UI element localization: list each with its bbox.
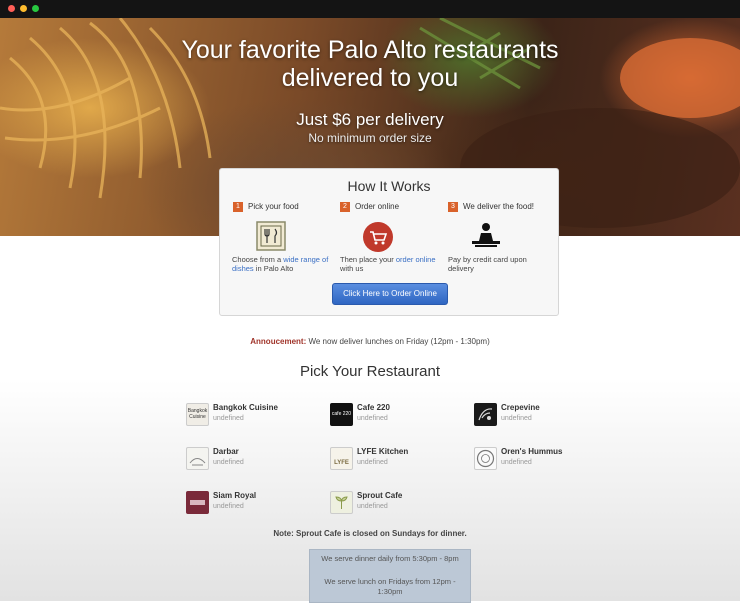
lunch-hours: We serve lunch on Fridays from 12pm - 1:…: [324, 577, 456, 596]
fork-knife-plate-icon: [256, 221, 286, 256]
step-1-header: 1 Pick your food: [233, 202, 299, 212]
how-it-works-title: How It Works: [347, 178, 431, 194]
sprout-cafe-logo: [330, 491, 353, 514]
pick-restaurant-title: Pick Your Restaurant: [299, 363, 441, 380]
restaurant-subtitle: undefined: [501, 459, 532, 466]
window-titlebar: [0, 0, 740, 18]
restaurant-darbar[interactable]: Darbar undefined: [186, 447, 316, 473]
hero-title: Your favorite Palo Alto restaurants deli…: [0, 36, 740, 92]
crepevine-logo: [474, 403, 497, 426]
restaurant-subtitle: undefined: [213, 503, 244, 510]
restaurant-bangkok-cuisine[interactable]: Bangkok Cuisine Bangkok Cuisine undefine…: [186, 403, 316, 429]
restaurant-subtitle: undefined: [501, 415, 532, 422]
step-2-number: 2: [340, 202, 350, 212]
step-2-label: Order online: [355, 202, 400, 212]
restaurant-subtitle: undefined: [357, 459, 388, 466]
step-1-number: 1: [233, 202, 243, 212]
lyfe-kitchen-logo: LYFE: [330, 447, 353, 470]
restaurant-crepevine[interactable]: Crepevine undefined: [474, 403, 604, 429]
step-3-number: 3: [448, 202, 458, 212]
shopping-cart-icon: [362, 221, 394, 258]
hero-title-line1: Your favorite Palo Alto restaurants: [181, 36, 559, 64]
step-3-description: Pay by credit card upon delivery: [448, 255, 527, 273]
delivery-person-icon: [470, 221, 502, 256]
how-it-works-panel: How It Works 1 Pick your food Choose from…: [219, 168, 559, 316]
minimize-window-icon[interactable]: [20, 5, 27, 12]
order-online-link[interactable]: order online: [396, 255, 436, 264]
restaurant-name: Crepevine: [501, 403, 540, 412]
step-3-header: 3 We deliver the food!: [448, 202, 534, 212]
step-3-label: We deliver the food!: [463, 202, 535, 212]
orens-hummus-logo: [474, 447, 497, 470]
restaurant-subtitle: undefined: [213, 459, 244, 466]
darbar-logo: [186, 447, 209, 470]
restaurant-name: Oren's Hummus: [501, 447, 563, 456]
step-1-label: Pick your food: [248, 202, 299, 212]
restaurant-name: Sprout Cafe: [357, 491, 403, 500]
restaurant-name: Cafe 220: [357, 403, 390, 412]
dinner-hours: We serve dinner daily from 5:30pm - 8pm: [321, 554, 459, 563]
siam-royal-logo: [186, 491, 209, 514]
restaurant-orens-hummus[interactable]: Oren's Hummus undefined: [474, 447, 604, 473]
announcement-label: Annoucement:: [250, 337, 307, 346]
restaurant-subtitle: undefined: [357, 503, 388, 510]
restaurant-name: LYFE Kitchen: [357, 447, 409, 456]
delivery-price: Just $6 per delivery: [296, 110, 444, 129]
restaurant-subtitle: undefined: [213, 415, 244, 422]
minimum-order-note: No minimum order size: [308, 131, 432, 145]
close-window-icon[interactable]: [8, 5, 15, 12]
restaurant-name: Bangkok Cuisine: [213, 403, 278, 412]
step-2-description: Then place your order online with us: [340, 255, 436, 273]
restaurant-name: Darbar: [213, 447, 239, 456]
restaurant-subtitle: undefined: [357, 415, 388, 422]
announcement-text: We now deliver lunches on Friday (12pm -…: [306, 337, 490, 346]
restaurant-name: Siam Royal: [213, 491, 257, 500]
restaurant-siam-royal[interactable]: Siam Royal undefined: [186, 491, 316, 517]
hero-title-line2: delivered to you: [281, 64, 459, 92]
cafe-220-logo: cafe 220: [330, 403, 353, 426]
restaurant-lyfe-kitchen[interactable]: LYFE LYFE Kitchen undefined: [330, 447, 460, 473]
step-1-description: Choose from a wide range of dishes in Pa…: [232, 255, 329, 273]
service-hours-box: We serve dinner daily from 5:30pm - 8pm …: [309, 549, 471, 603]
announcement: Annoucement: We now deliver lunches on F…: [0, 337, 740, 346]
restaurant-sprout-cafe[interactable]: Sprout Cafe undefined: [330, 491, 460, 517]
maximize-window-icon[interactable]: [32, 5, 39, 12]
bangkok-cuisine-logo: Bangkok Cuisine: [186, 403, 209, 426]
step-2-header: 2 Order online: [340, 202, 399, 212]
sprout-cafe-note: Note: Sprout Cafe is closed on Sundays f…: [273, 529, 467, 538]
restaurant-cafe-220[interactable]: cafe 220 Cafe 220 undefined: [330, 403, 460, 429]
order-online-button[interactable]: Click Here to Order Online: [332, 283, 448, 305]
